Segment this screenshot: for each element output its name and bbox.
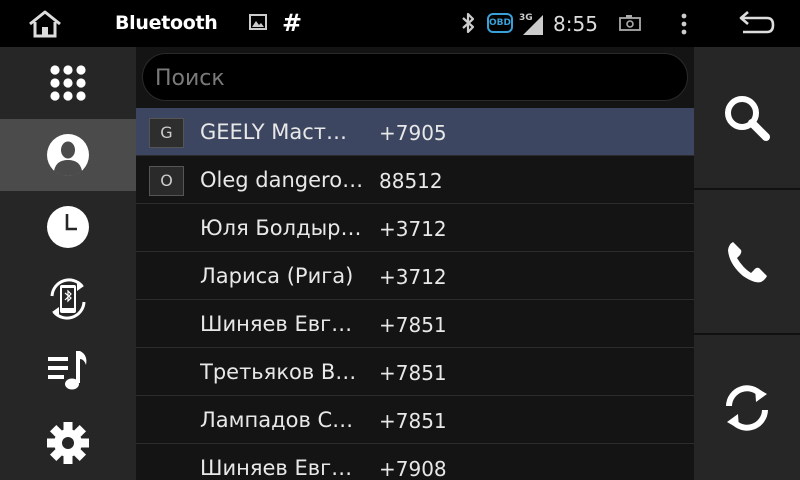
contact-name: Юля Болдыр… (200, 216, 362, 240)
contact-phone: +7851 (379, 361, 447, 385)
app-title: Bluetooth (115, 12, 218, 34)
sync-button[interactable] (694, 335, 800, 480)
refresh-icon (726, 384, 768, 431)
contact-name: Третьяков В… (200, 360, 357, 384)
contact-phone: +7851 (379, 313, 447, 337)
nav-apps[interactable] (0, 47, 136, 119)
search-button[interactable] (694, 47, 800, 190)
clock-time: 8:55 (553, 12, 598, 36)
index-letter-badge: O (149, 166, 184, 196)
contact-row[interactable]: Шиняев Евг… +7851 (136, 300, 694, 348)
contact-row[interactable]: G GEELY Маст… +7905 (136, 108, 694, 156)
contact-name: Шиняев Евг… (200, 456, 353, 480)
nav-contacts[interactable] (0, 119, 136, 191)
contact-row[interactable]: Лариса (Рига) +3712 (136, 252, 694, 300)
contact-phone: +3712 (379, 217, 447, 241)
contact-row[interactable]: Третьяков В… +7851 (136, 348, 694, 396)
action-column (694, 47, 800, 480)
search-input[interactable] (155, 63, 675, 93)
apps-grid-icon (50, 65, 86, 101)
search-bar (142, 53, 688, 101)
contacts-icon (47, 134, 89, 176)
phone-sync-icon (50, 278, 86, 320)
contact-phone: +3712 (379, 265, 447, 289)
home-icon[interactable] (26, 10, 64, 38)
contact-name: Лариса (Рига) (200, 264, 354, 288)
bluetooth-icon (459, 11, 477, 35)
settings-icon (47, 422, 89, 464)
contact-phone: +7851 (379, 409, 447, 433)
nav-music[interactable] (0, 335, 136, 407)
recent-calls-icon (47, 206, 89, 248)
contact-name: Лампадов С… (200, 408, 354, 432)
call-icon (728, 241, 767, 282)
search-icon (725, 95, 770, 141)
nav-phone-sync[interactable] (0, 263, 136, 335)
index-letter-badge: G (149, 118, 184, 148)
contacts-panel: G GEELY Маст… +7905 O Oleg dangero… 88512 Юля … (136, 47, 694, 480)
contact-row[interactable]: O Oleg dangero… 88512 (136, 156, 694, 204)
contact-row[interactable]: Юля Болдыр… +3712 (136, 204, 694, 252)
contact-phone: +7905 (379, 121, 447, 145)
contact-phone: 88512 (379, 169, 443, 193)
contact-list: G GEELY Маст… +7905 O Oleg dangero… 88512 Юля … (136, 108, 694, 480)
signal-icon: 3G (519, 11, 543, 35)
overflow-menu-icon[interactable] (674, 13, 694, 35)
contact-phone: +7908 (379, 457, 447, 480)
nav-settings[interactable] (0, 407, 136, 479)
contact-row[interactable]: Лампадов С… +7851 (136, 396, 694, 444)
call-button[interactable] (694, 190, 800, 335)
contact-name: GEELY Маст… (200, 120, 347, 144)
contact-name: Шиняев Евг… (200, 312, 353, 336)
music-icon (48, 351, 87, 390)
contact-row[interactable]: Шиняев Евг… +7908 (136, 444, 694, 480)
back-icon[interactable] (737, 10, 775, 38)
status-bar: Bluetooth # OBD 3G 8:55 (0, 0, 800, 47)
network-type-label: 3G (519, 13, 533, 23)
contact-name: Oleg dangero… (200, 168, 364, 192)
image-icon (249, 14, 267, 30)
hash-icon: # (282, 9, 303, 37)
nav-recent-calls[interactable] (0, 191, 136, 263)
obd-badge: OBD (487, 13, 513, 33)
left-nav (0, 47, 136, 480)
camera-icon (619, 15, 641, 31)
